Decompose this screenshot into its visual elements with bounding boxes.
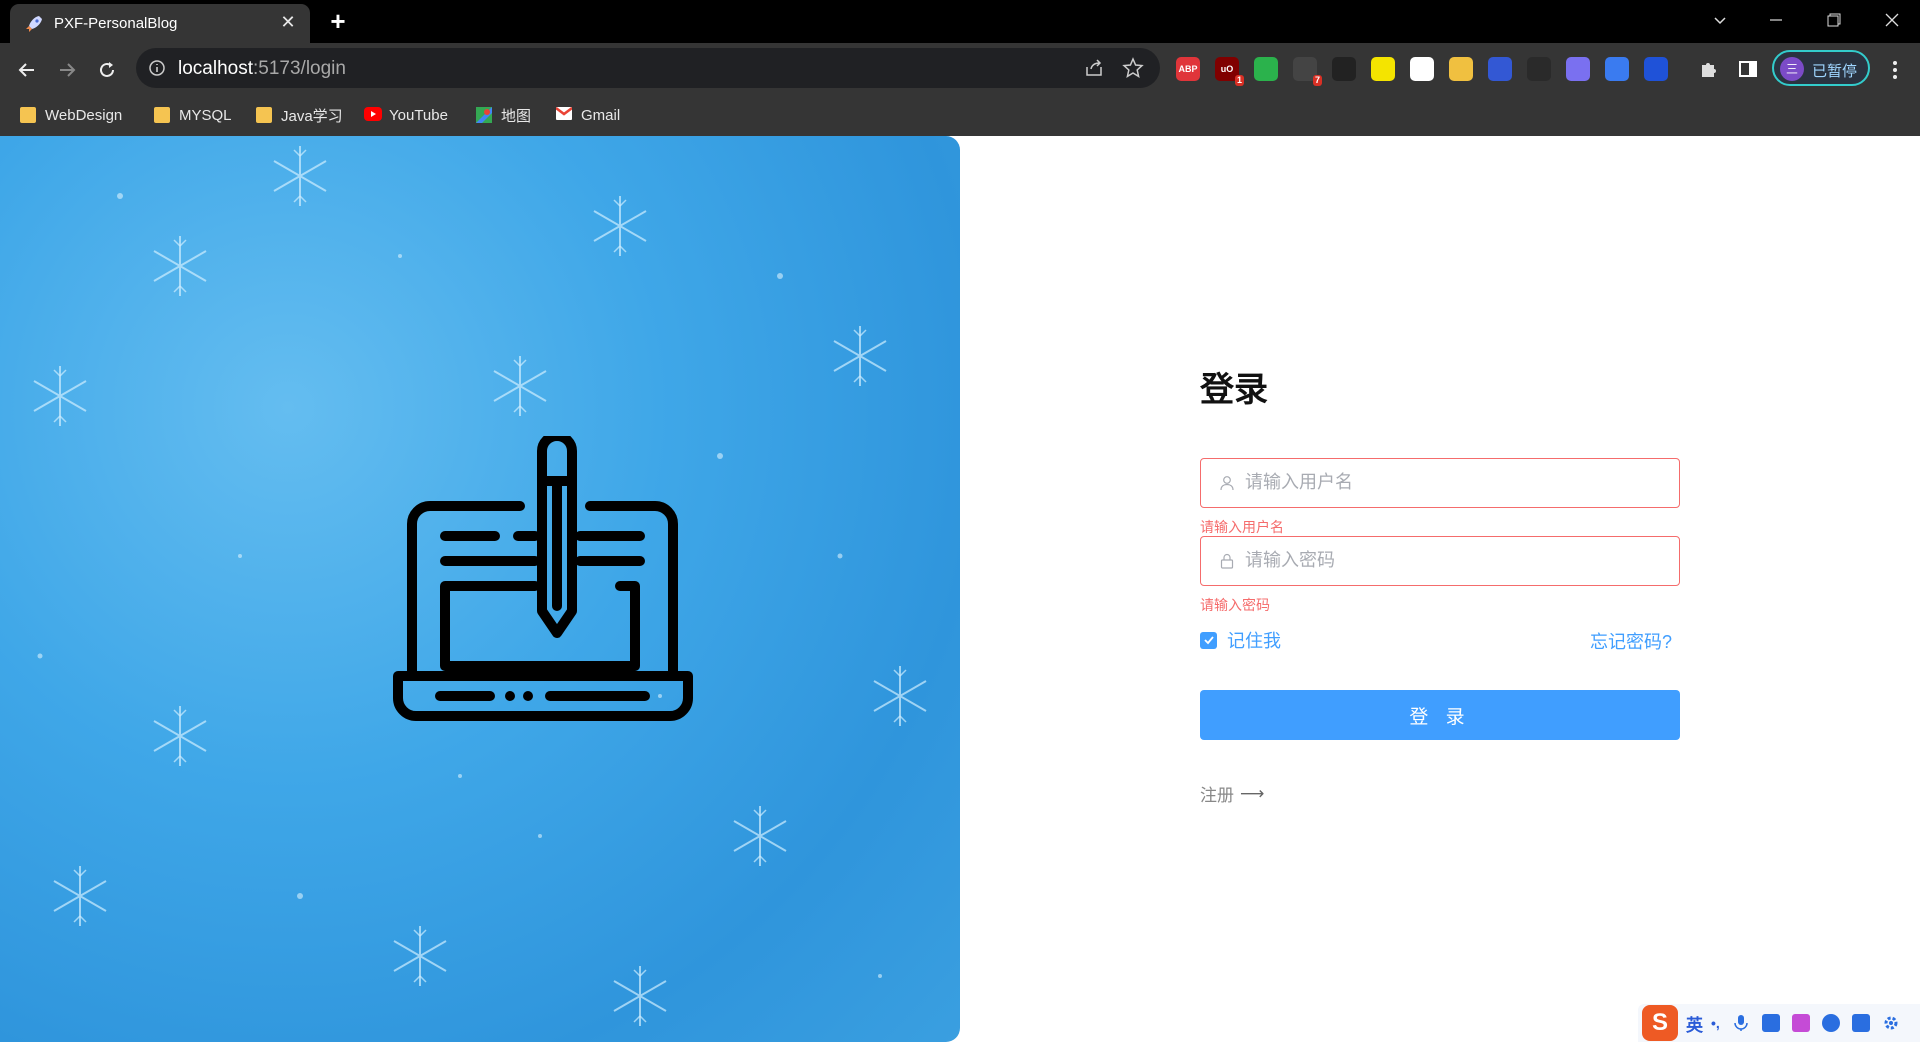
play-icon[interactable] xyxy=(1371,57,1395,81)
minimize-button[interactable] xyxy=(1748,0,1804,40)
password-input[interactable] xyxy=(1245,537,1665,584)
bookmark-label: Java学习 xyxy=(281,107,343,125)
ime-punct-label[interactable]: •, xyxy=(1711,1015,1720,1031)
cloud-icon[interactable] xyxy=(1605,57,1629,81)
reload-button[interactable] xyxy=(92,55,122,85)
robot-icon[interactable] xyxy=(1821,1014,1840,1032)
back-button[interactable] xyxy=(12,55,42,85)
page-title: 登录 xyxy=(1200,371,1268,409)
login-button[interactable]: 登 录 xyxy=(1200,690,1680,740)
tab-title: PXF-PersonalBlog xyxy=(54,15,178,32)
adblock-plus-icon[interactable]: ABP xyxy=(1176,57,1200,81)
ublock-icon[interactable]: uO 1 xyxy=(1215,57,1244,86)
more-menu-icon[interactable] xyxy=(1880,55,1910,85)
user-icon xyxy=(1220,476,1234,491)
bookmark-label: MYSQL xyxy=(179,106,232,124)
skin-icon[interactable] xyxy=(1791,1014,1810,1032)
translate-icon[interactable] xyxy=(1644,57,1668,81)
ime-toolbar: S 英 •, xyxy=(1638,1004,1920,1042)
bookmark-0[interactable]: WebDesign xyxy=(20,103,122,127)
sogou-logo-icon[interactable]: S xyxy=(1642,1005,1678,1041)
username-field[interactable] xyxy=(1200,458,1680,508)
address-bar[interactable]: localhost:5173/login xyxy=(136,48,1160,88)
bookmark-2[interactable]: Java学习 xyxy=(256,103,343,127)
checkbox-checked-icon[interactable] xyxy=(1200,631,1217,649)
avatar: 三 xyxy=(1780,57,1804,81)
forward-arrow-icon xyxy=(60,63,76,77)
arrow-right-icon: ⟶ xyxy=(1240,783,1265,803)
remember-me-label: 记住我 xyxy=(1227,631,1281,651)
browser-toolbar: localhost:5173/login 三 已暂停 ABP uO 1 7 xyxy=(0,43,1920,95)
username-input[interactable] xyxy=(1245,459,1665,506)
forgot-password-link[interactable]: 忘记密码? xyxy=(1590,628,1672,654)
browser-tab[interactable]: PXF-PersonalBlog ✕ xyxy=(10,4,310,43)
back-arrow-icon xyxy=(18,63,34,77)
profile-status-label: 已暂停 xyxy=(1812,63,1858,80)
forward-button[interactable] xyxy=(52,55,82,85)
bookmark-label: WebDesign xyxy=(45,106,123,124)
login-form: 登录 请输入用户名 请输入密码 记住我 忘记密码? 登 录 注册 ⟶ xyxy=(1200,136,1680,1042)
maps-icon xyxy=(476,107,492,123)
square-icon[interactable] xyxy=(1410,57,1434,81)
bookmark-5[interactable]: Gmail xyxy=(555,103,621,127)
bookmark-label: YouTube xyxy=(389,106,448,124)
people-icon[interactable] xyxy=(1566,57,1590,81)
terminal-icon[interactable] xyxy=(1527,57,1551,81)
restore-button[interactable] xyxy=(1806,0,1862,40)
settings-icon[interactable] xyxy=(1882,1014,1900,1032)
tab-search-icon[interactable] xyxy=(1692,0,1748,40)
rocket-icon xyxy=(26,16,42,32)
bookmark-4[interactable]: 地图 xyxy=(476,103,531,127)
register-link[interactable]: 注册 ⟶ xyxy=(1200,781,1264,806)
m-logo-icon[interactable] xyxy=(1488,57,1512,81)
youtube-icon xyxy=(364,107,382,123)
new-tab-button[interactable]: + xyxy=(324,7,352,35)
extension-badge: 7 xyxy=(1312,75,1322,86)
reload-icon xyxy=(100,62,114,77)
bookmark-3[interactable]: YouTube xyxy=(364,103,448,127)
username-error: 请输入用户名 xyxy=(1200,519,1284,535)
microphone-icon[interactable] xyxy=(1732,1014,1750,1032)
bookmarks-bar: WebDesign MYSQL Java学习 YouTube 地图 Gmail xyxy=(0,95,1920,136)
bookmark-1[interactable]: MYSQL xyxy=(154,103,232,127)
extension-7-icon[interactable]: 7 xyxy=(1293,57,1322,86)
shield-icon[interactable] xyxy=(1254,57,1278,81)
lock-icon xyxy=(1220,553,1234,569)
ime-mode-label[interactable]: 英 xyxy=(1686,1011,1703,1036)
site-info-icon[interactable] xyxy=(148,59,166,77)
tab-close-icon[interactable]: ✕ xyxy=(278,12,298,32)
password-field[interactable] xyxy=(1200,536,1680,586)
remember-me-checkbox[interactable]: 记住我 xyxy=(1200,627,1281,653)
folder-icon xyxy=(20,107,36,123)
gmail-icon xyxy=(555,107,573,123)
folder-icon xyxy=(256,107,272,123)
bookmark-label: 地图 xyxy=(501,107,532,125)
grid-icon[interactable] xyxy=(1851,1014,1870,1032)
password-error: 请输入密码 xyxy=(1200,597,1270,613)
close-window-button[interactable] xyxy=(1864,0,1920,40)
url-text[interactable]: localhost:5173/login xyxy=(178,58,346,80)
extension-badge: 1 xyxy=(1234,75,1244,86)
title-bar: PXF-PersonalBlog ✕ + xyxy=(0,0,1920,43)
folder-icon xyxy=(154,107,170,123)
bookmark-star-icon[interactable] xyxy=(1122,57,1144,79)
profile-button[interactable]: 三 已暂停 xyxy=(1772,50,1870,86)
register-label: 注册 xyxy=(1200,786,1234,805)
share-icon[interactable] xyxy=(1084,58,1104,78)
extensions-puzzle-icon[interactable] xyxy=(1696,57,1720,81)
keyboard-icon[interactable] xyxy=(1761,1014,1780,1032)
bookmark-label: Gmail xyxy=(581,106,621,124)
download-icon[interactable] xyxy=(1449,57,1473,81)
side-panel-icon[interactable] xyxy=(1736,57,1760,81)
blog-writing-icon xyxy=(393,436,693,721)
dice-icon[interactable] xyxy=(1332,57,1356,81)
hero-image-panel xyxy=(0,136,960,1042)
